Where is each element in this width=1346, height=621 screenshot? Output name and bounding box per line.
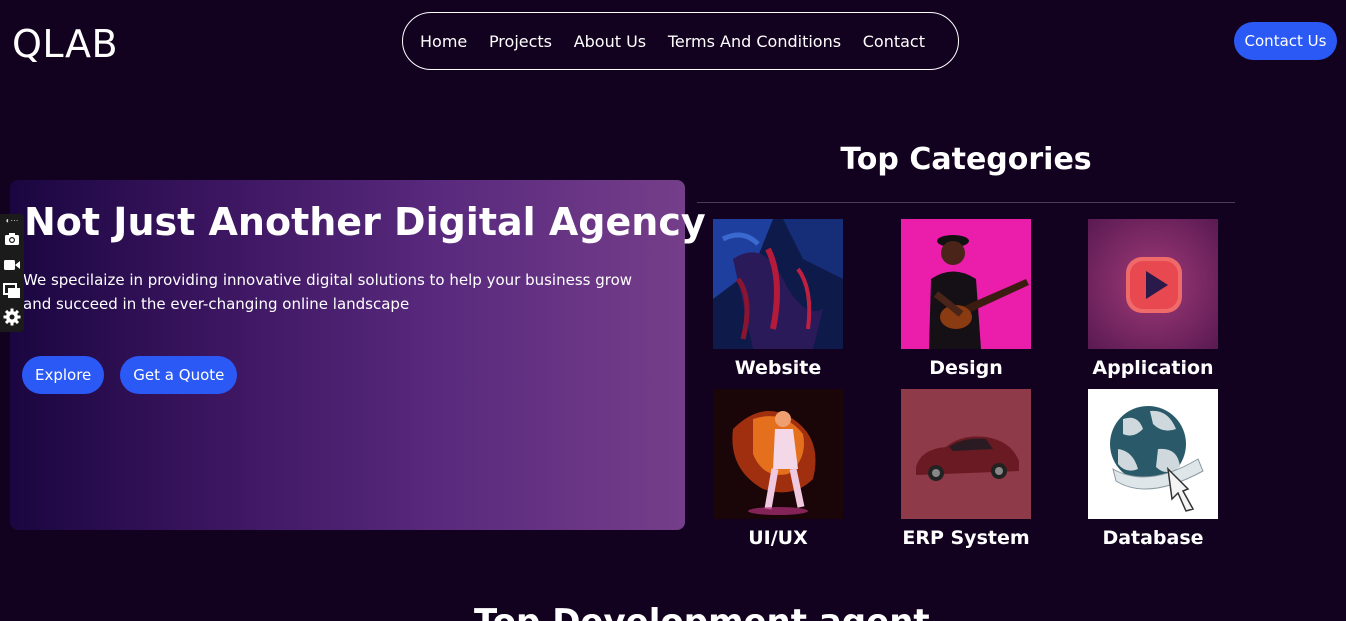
category-label-erp-system: ERP System [902,527,1030,549]
categories-divider [697,202,1235,203]
main-nav: Home Projects About Us Terms And Conditi… [402,12,959,70]
nav-home[interactable]: Home [420,32,467,51]
category-database[interactable]: Database [1073,389,1233,549]
video-icon[interactable] [0,252,24,278]
nav-projects[interactable]: Projects [489,32,552,51]
design-thumbnail [901,219,1031,349]
categories-title: Top Categories [840,142,1092,177]
get-quote-button[interactable]: Get a Quote [120,356,238,394]
hero-title: Not Just Another Digital Agency [24,200,706,244]
gear-icon[interactable] [0,304,24,330]
side-toolbar: ◐⋯ [0,214,24,332]
site-logo[interactable]: QLAB [12,22,118,66]
database-thumbnail [1088,389,1218,519]
next-section-title: Top Development agent [474,602,930,621]
more-icon[interactable]: ⋯ [10,216,18,225]
category-design[interactable]: Design [886,219,1046,379]
category-erp-system[interactable]: ERP System [886,389,1046,549]
application-thumbnail [1088,219,1218,349]
category-label-website: Website [734,357,822,379]
website-thumbnail [713,219,843,349]
uiux-thumbnail [713,389,843,519]
camera-icon[interactable] [0,226,24,252]
category-website[interactable]: Website [698,219,858,379]
nav-terms[interactable]: Terms And Conditions [668,32,841,51]
contact-us-button[interactable]: Contact Us [1234,22,1337,60]
nav-about-us[interactable]: About Us [574,32,646,51]
erp-thumbnail [901,389,1031,519]
category-label-database: Database [1102,527,1204,549]
category-label-application: Application [1092,357,1214,379]
category-label-uiux: UI/UX [748,527,808,549]
hero-card: Not Just Another Digital Agency We speci… [10,180,706,530]
nav-contact[interactable]: Contact [863,32,925,51]
hero-buttons: Explore Get a Quote [22,356,238,394]
explore-button[interactable]: Explore [22,356,105,394]
category-label-design: Design [929,357,1003,379]
hero-description: We specilaize in providing innovative di… [23,271,633,313]
windows-icon[interactable] [0,278,24,304]
toolbar-header: ◐⋯ [6,216,19,226]
category-uiux[interactable]: UI/UX [698,389,858,549]
page: QLAB Home Projects About Us Terms And Co… [0,0,1346,621]
category-application[interactable]: Application [1073,219,1233,379]
